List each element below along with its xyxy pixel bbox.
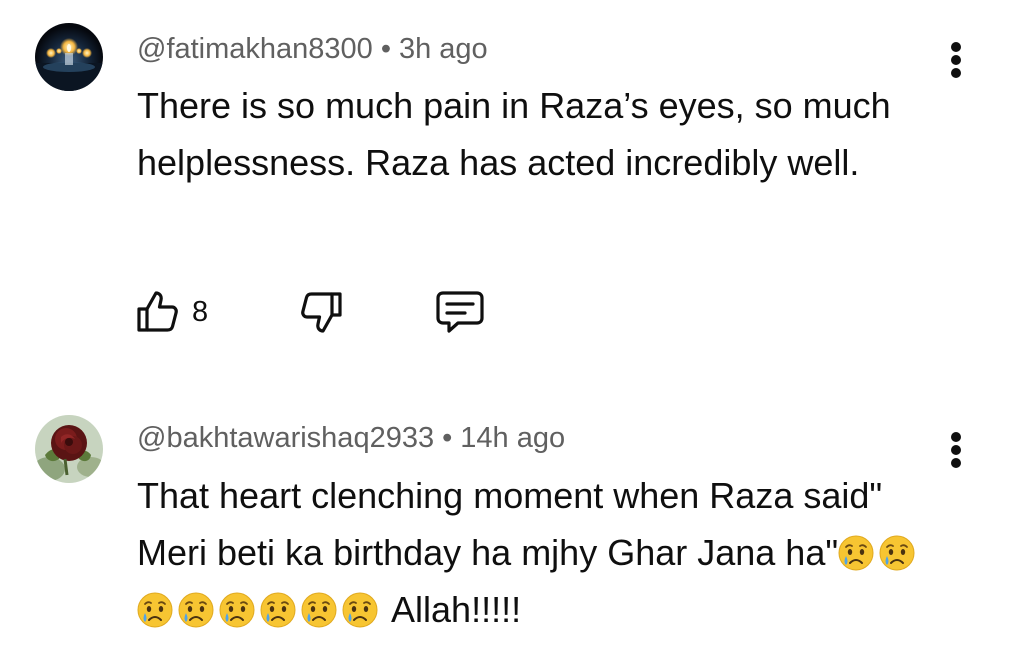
comment-text-main: That heart clenching moment when Raza sa…	[137, 475, 883, 573]
comment-time: 14h ago	[460, 422, 566, 454]
crying-face-emoji	[260, 592, 296, 628]
like-button[interactable]: 8	[134, 288, 224, 336]
comment-item: @fatimakhan8300 • 3h ago There is so much …	[0, 0, 1024, 380]
crying-face-emoji	[342, 592, 378, 628]
more-vert-icon-dot	[951, 432, 961, 442]
thumbs-down-icon	[301, 292, 342, 333]
avatar[interactable]	[35, 23, 103, 91]
more-vert-icon-dot	[951, 42, 961, 52]
more-options-button[interactable]	[938, 426, 974, 470]
crying-face-emoji	[301, 592, 337, 628]
more-options-button[interactable]	[938, 36, 974, 80]
dislike-button[interactable]	[297, 288, 345, 336]
author-handle[interactable]: @bakhtawarishaq2933	[137, 422, 434, 454]
thumbs-up-icon	[137, 291, 178, 332]
reply-icon	[436, 291, 484, 333]
comment-item: @bakhtawarishaq2933 • 14h ago That heart c…	[0, 400, 1024, 664]
comment-text-tail: Allah!!!!!	[391, 589, 522, 630]
comment-time: 3h ago	[398, 33, 488, 65]
meta-separator: •	[380, 33, 391, 65]
comment-text: That heart clenching moment when Raza sa…	[137, 467, 957, 638]
candle-avatar-image	[35, 23, 103, 91]
crying-face-emoji	[137, 592, 173, 628]
avatar[interactable]	[35, 415, 103, 483]
crying-face-emoji	[178, 592, 214, 628]
reply-button[interactable]	[434, 288, 486, 336]
crying-face-emoji	[879, 535, 915, 571]
crying-face-emoji	[838, 535, 874, 571]
comment-text: There is so much pain in Raza’s eyes, so…	[137, 85, 891, 183]
comment-meta: @bakhtawarishaq2933 • 14h ago	[137, 420, 565, 456]
more-vert-icon-dot	[951, 55, 961, 65]
comment-meta: @fatimakhan8300 • 3h ago	[137, 31, 488, 67]
like-count: 8	[192, 296, 209, 328]
meta-separator: •	[442, 422, 453, 454]
more-vert-icon-dot	[951, 445, 961, 455]
crying-face-emoji	[219, 592, 255, 628]
rose-avatar-image	[35, 415, 103, 483]
author-handle[interactable]: @fatimakhan8300	[137, 33, 373, 65]
more-vert-icon-dot	[951, 458, 961, 468]
more-vert-icon-dot	[951, 68, 961, 78]
